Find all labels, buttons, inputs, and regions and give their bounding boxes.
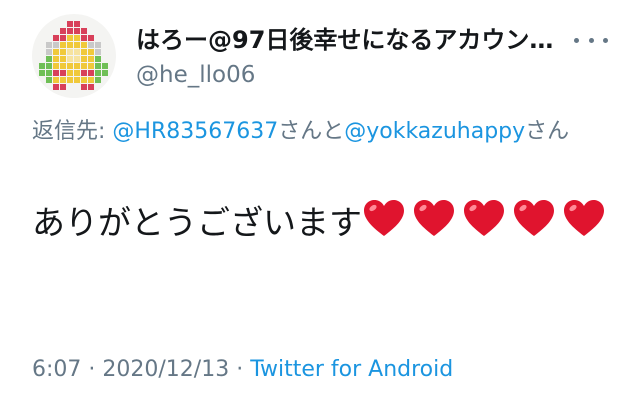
- tweet-text: ありがとうございます: [32, 196, 612, 250]
- reply-suffix: さん: [525, 119, 570, 144]
- red-heart-icon: [564, 200, 604, 236]
- avatar[interactable]: [32, 14, 116, 98]
- pixel-art-icon: [39, 21, 108, 90]
- mention-link-2[interactable]: @yokkazuhappy: [344, 119, 525, 144]
- tweet-meta: 6:07 · 2020/12/13 · Twitter for Android: [32, 355, 453, 385]
- tweet-time[interactable]: 6:07: [32, 357, 81, 382]
- tweet-detail: はろー@97日後幸せになるアカウン… @he_llo06 返信先: @HR835…: [0, 0, 634, 402]
- tweet-date[interactable]: 2020/12/13: [102, 357, 229, 382]
- reply-prefix: 返信先:: [32, 119, 113, 144]
- emoji-group: [362, 200, 612, 242]
- red-heart-icon: [514, 200, 554, 236]
- more-options-icon[interactable]: [574, 30, 608, 50]
- user-handle[interactable]: @he_llo06: [136, 60, 255, 90]
- tweet-text-content: ありがとうございます: [32, 203, 362, 242]
- tweet-source-link[interactable]: Twitter for Android: [250, 357, 453, 382]
- display-name[interactable]: はろー@97日後幸せになるアカウン…: [136, 25, 556, 55]
- mention-link-1[interactable]: @HR83567637: [112, 119, 278, 144]
- more-dot: [574, 37, 579, 43]
- more-dot: [588, 37, 594, 43]
- red-heart-icon: [464, 200, 504, 236]
- meta-separator: ·: [229, 357, 251, 382]
- red-heart-icon: [364, 200, 404, 236]
- red-heart-icon: [414, 200, 454, 236]
- more-dot: [603, 37, 608, 43]
- reply-joiner: さんと: [278, 119, 345, 144]
- meta-separator: ·: [81, 357, 103, 382]
- reply-context: 返信先: @HR83567637さんと@yokkazuhappyさん: [32, 115, 607, 148]
